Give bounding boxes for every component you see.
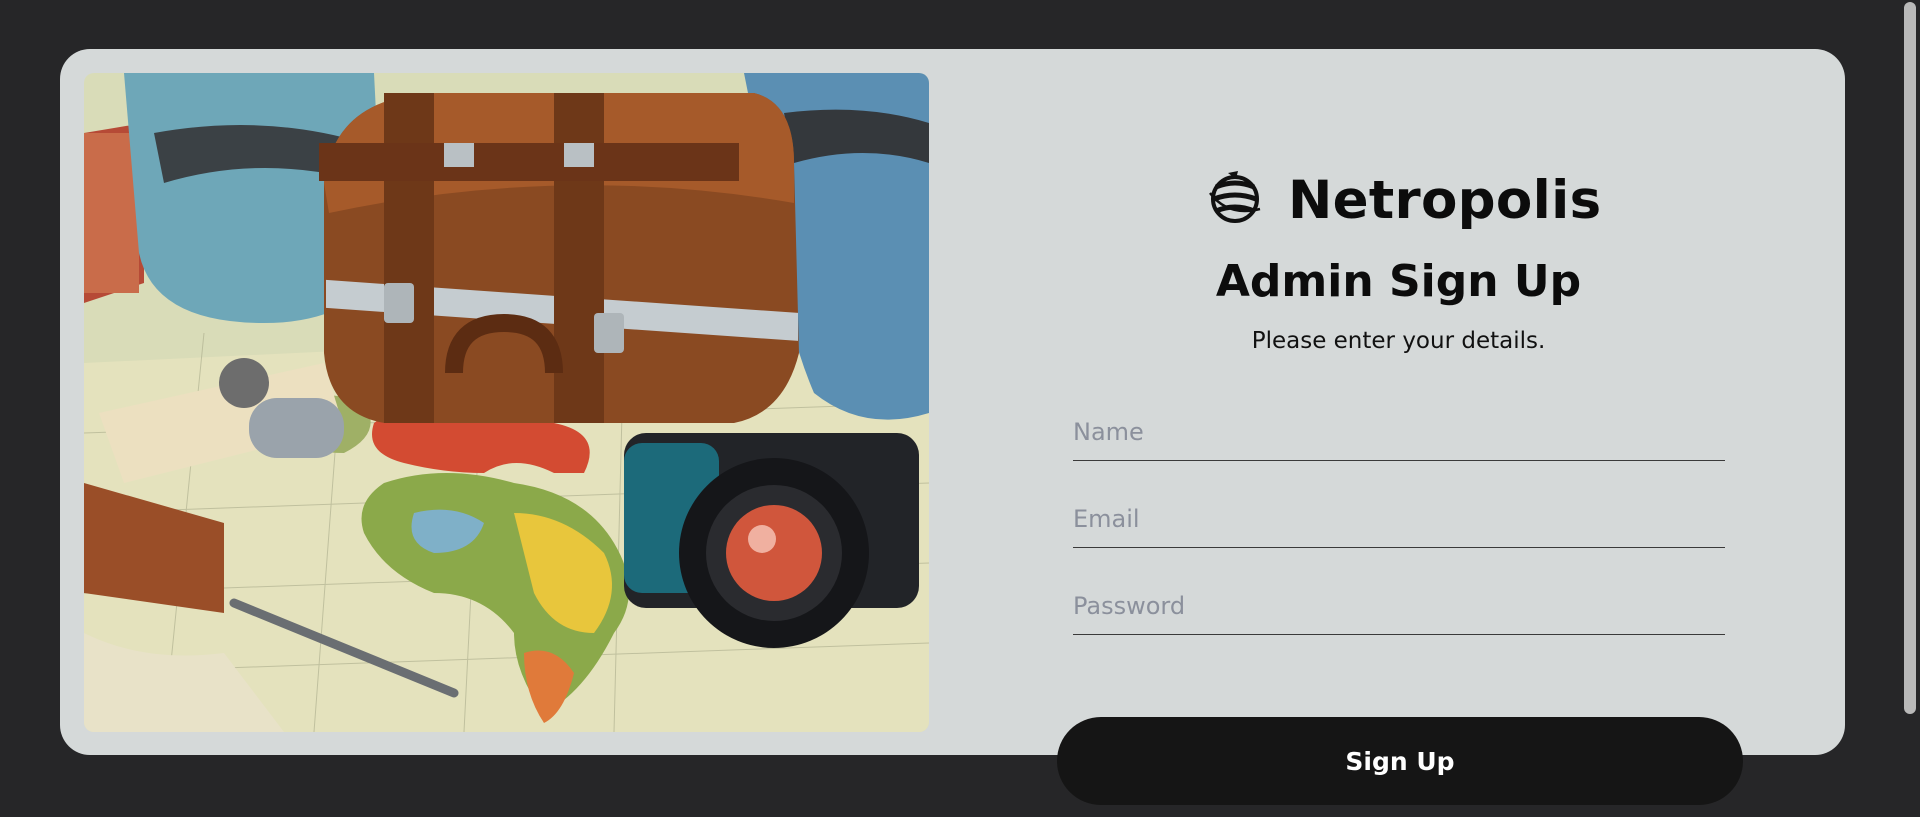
brand-name: Netropolis	[1288, 169, 1602, 231]
password-input[interactable]	[1073, 578, 1725, 635]
scrollbar-thumb[interactable]	[1904, 2, 1916, 714]
email-input[interactable]	[1073, 491, 1725, 548]
globe-rings-icon	[1208, 169, 1262, 231]
page-subtitle: Please enter your details.	[1251, 328, 1546, 354]
travel-hero-image	[84, 73, 929, 732]
signup-button[interactable]: Sign Up	[1057, 717, 1743, 805]
brand: Netropolis	[1208, 165, 1601, 235]
name-input[interactable]	[1073, 404, 1725, 461]
page-title: Admin Sign Up	[1215, 256, 1582, 307]
scrollbar-track[interactable]	[1900, 0, 1920, 817]
